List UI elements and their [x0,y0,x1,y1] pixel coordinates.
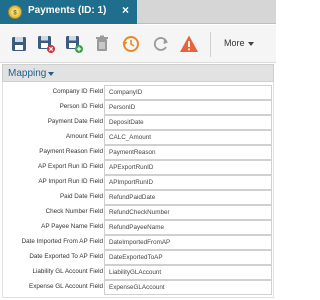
form-row: Amount Field CALC_Amount [3,130,273,145]
field-value: DepositDate [109,119,144,126]
field-input[interactable]: APExportRunID [104,160,272,175]
field-label: Liability GL Account Field [32,268,103,275]
form-row: Payment Date Field DepositDate [3,115,273,130]
field-label: Payment Reason Field [39,148,103,155]
mapping-panel: Company ID Field CompanyID Person ID Fie… [2,82,274,298]
field-input[interactable]: RefundPaidDate [104,190,272,205]
field-value: APImportRunID [109,179,154,186]
close-icon[interactable]: × [122,3,129,17]
field-value: APExportRunID [109,164,154,171]
save-and-close-icon[interactable] [36,34,56,54]
history-icon[interactable] [121,34,141,54]
form-row: AP Import Run ID Field APImportRunID [3,175,273,190]
field-input[interactable]: DepositDate [104,115,272,130]
chevron-down-icon [48,72,54,76]
field-value: PersonID [109,104,136,111]
form-row: Person ID Field PersonID [3,100,273,115]
field-value: PaymentReason [109,149,156,156]
toolbar-separator [210,32,211,57]
field-label: Expense GL Account Field [29,283,103,290]
payments-icon: $ [8,5,22,19]
refresh-icon[interactable] [151,34,171,54]
field-value: CALC_Amount [109,134,151,141]
mapping-section-header[interactable]: Mapping [2,64,274,82]
field-label: Paid Date Field [59,193,103,200]
field-label: Company ID Field [52,88,103,95]
form-row: AP Export Run ID Field APExportRunID [3,160,273,175]
field-input[interactable]: RefundPayeeName [104,220,272,235]
field-input[interactable]: PersonID [104,100,272,115]
field-input[interactable]: RefundCheckNumber [104,205,272,220]
form-row: Payment Reason Field PaymentReason [3,145,273,160]
field-label: Amount Field [65,133,103,140]
field-value: LiabilityGLAccount [109,269,162,276]
tab-payments[interactable]: $ Payments (ID: 1) × [0,0,137,24]
field-value: DateExportedToAP [109,254,163,261]
field-input[interactable]: DateImportedFromAP [104,235,272,250]
section-title: Mapping [8,68,47,79]
field-label: Person ID Field [59,103,103,110]
field-value: RefundPaidDate [109,194,156,201]
form-row: Date Exported To AP Field DateExportedTo… [3,250,273,265]
save-icon[interactable] [9,34,29,54]
more-button[interactable]: More [224,38,254,48]
field-input[interactable]: ExpenseGLAccount [104,280,272,295]
field-input[interactable]: CompanyID [104,85,272,100]
form-row: Paid Date Field RefundPaidDate [3,190,273,205]
field-input[interactable]: LiabilityGLAccount [104,265,272,280]
field-label: Date Exported To AP Field [29,253,103,260]
field-value: RefundCheckNumber [109,209,170,216]
warning-icon[interactable] [179,34,199,54]
field-label: AP Import Run ID Field [38,178,103,185]
field-input[interactable]: APImportRunID [104,175,272,190]
field-value: DateImportedFromAP [109,239,171,246]
field-input[interactable]: CALC_Amount [104,130,272,145]
toolbar: More [0,25,276,63]
field-value: RefundPayeeName [109,224,164,231]
field-label: AP Payee Name Field [41,223,103,230]
form-row: Date Imported From AP Field DateImported… [3,235,273,250]
field-value: ExpenseGLAccount [109,284,165,291]
chevron-down-icon [247,41,254,46]
form-row: Expense GL Account Field ExpenseGLAccoun… [3,280,273,295]
field-label: AP Export Run ID Field [38,163,103,170]
title-bar: $ Payments (ID: 1) × [0,0,276,24]
field-input[interactable]: PaymentReason [104,145,272,160]
tab-title: Payments (ID: 1) [28,5,107,16]
field-label: Payment Date Field [47,118,103,125]
field-label: Date Imported From AP Field [21,238,103,245]
delete-icon[interactable] [92,34,112,54]
form-row: Company ID Field CompanyID [3,85,273,100]
save-and-new-icon[interactable] [64,34,84,54]
field-label: Check Number Field [45,208,103,215]
field-input[interactable]: DateExportedToAP [104,250,272,265]
form-row: AP Payee Name Field RefundPayeeName [3,220,273,235]
field-value: CompanyID [109,89,143,96]
form-row: Liability GL Account Field LiabilityGLAc… [3,265,273,280]
more-label: More [224,38,245,48]
form-row: Check Number Field RefundCheckNumber [3,205,273,220]
